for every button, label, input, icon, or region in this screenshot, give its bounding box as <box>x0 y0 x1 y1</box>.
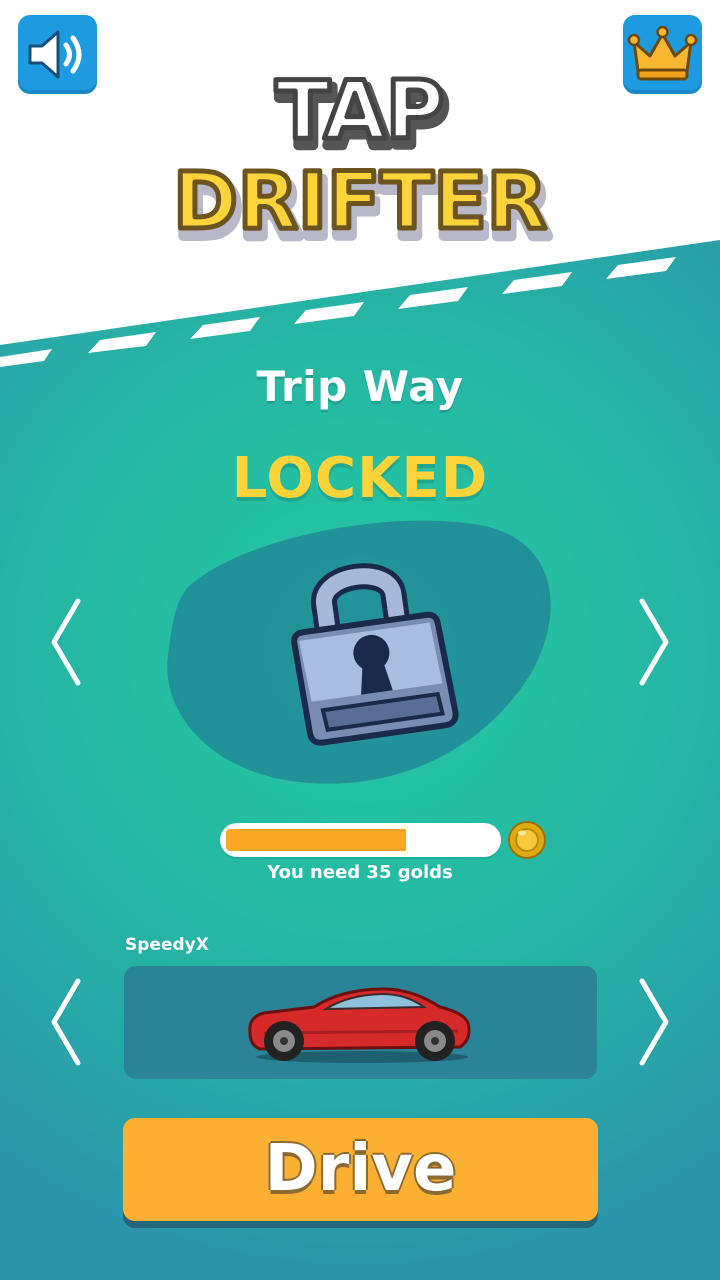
next-car-button[interactable] <box>634 977 674 1067</box>
car-selector-card[interactable] <box>124 966 597 1079</box>
logo-title-top: TAP <box>276 64 445 157</box>
drive-button-label: Drive <box>264 1132 457 1206</box>
track-preview[interactable] <box>160 515 560 795</box>
unlock-progress-fill <box>226 829 406 851</box>
unlock-requirement-text: You need 35 golds <box>267 862 453 883</box>
previous-car-button[interactable] <box>46 977 86 1067</box>
chevron-left-icon <box>51 978 81 1066</box>
next-track-button[interactable] <box>634 597 674 687</box>
speaker-on-icon <box>28 30 82 79</box>
track-name: Trip Way <box>256 362 464 411</box>
sports-car-icon <box>248 987 471 1063</box>
logo-title-bottom: DRIFTER <box>173 157 547 247</box>
previous-track-button[interactable] <box>46 597 86 687</box>
chevron-right-icon <box>639 598 669 686</box>
gold-coin-icon <box>508 821 546 859</box>
game-screen: TAP TAP DRIFTER DRIFTER Trip Way LOCKED <box>0 0 720 1280</box>
crown-icon <box>627 25 698 81</box>
car-name: SpeedyX <box>125 935 209 955</box>
drive-button[interactable]: Drive <box>123 1118 598 1221</box>
lock-status-label: LOCKED <box>231 446 489 511</box>
chevron-left-icon <box>51 598 81 686</box>
leaderboard-button[interactable] <box>623 15 702 94</box>
sound-toggle-button[interactable] <box>18 15 97 94</box>
chevron-right-icon <box>639 978 669 1066</box>
unlock-progress-bar <box>220 823 501 857</box>
game-logo: TAP TAP DRIFTER DRIFTER <box>171 62 555 251</box>
